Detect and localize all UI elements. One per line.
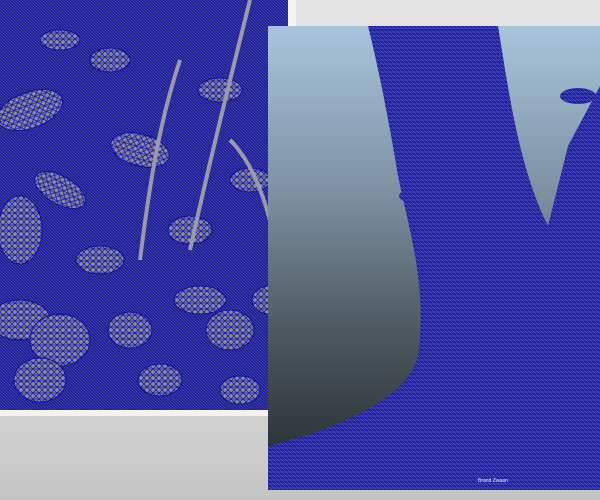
foliage-viewport: [0, 0, 296, 416]
trunk-render: [268, 26, 600, 490]
trunk-viewport: [268, 26, 600, 490]
foliage-render: [0, 0, 288, 410]
watermark-signature: Brand Zwaan: [478, 478, 508, 484]
